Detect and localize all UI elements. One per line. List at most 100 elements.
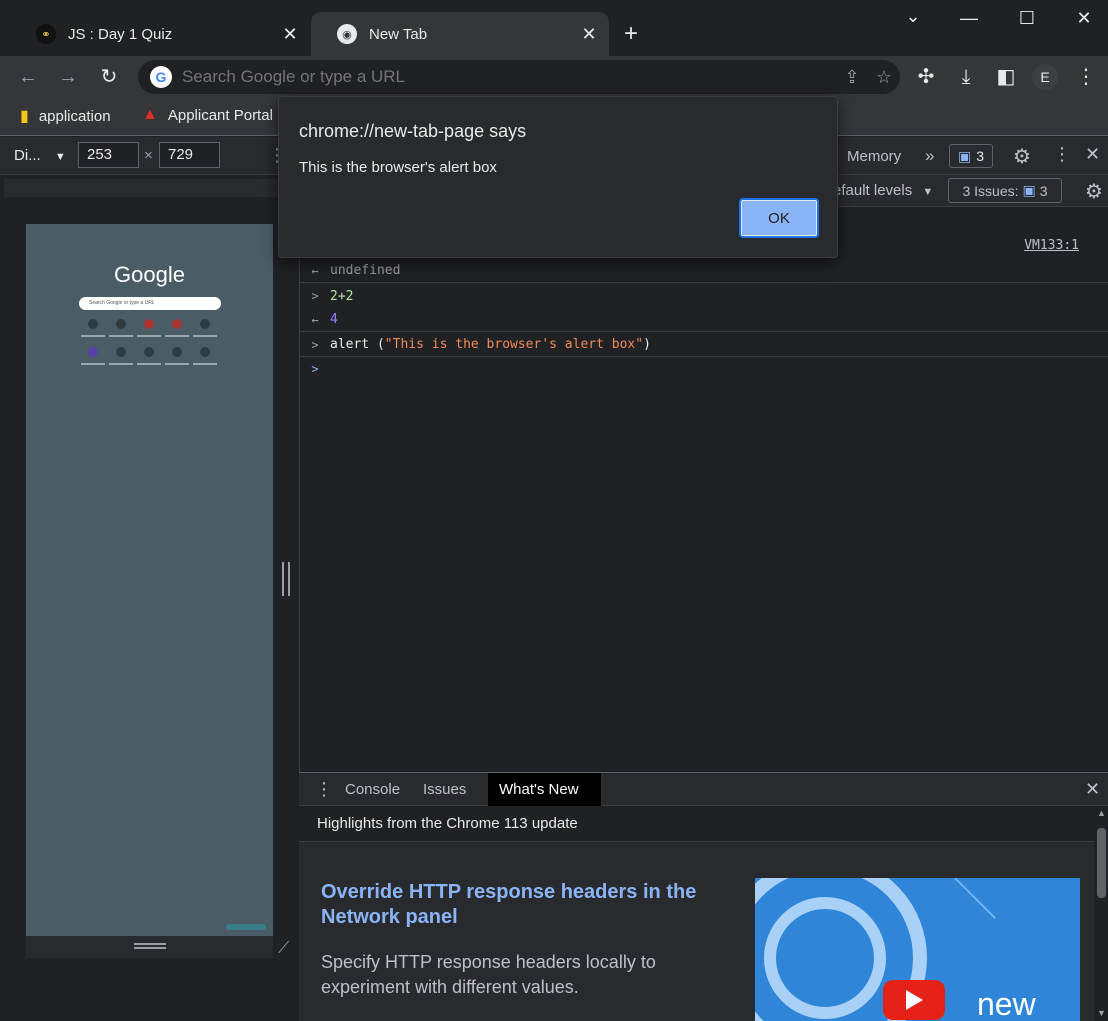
drawer-scrollbar[interactable]: ▲ ▼: [1094, 806, 1108, 1021]
input-chevron-icon: >: [311, 289, 319, 303]
shortcut-caption: [137, 363, 161, 365]
share-icon[interactable]: ⇪: [836, 67, 868, 88]
alert-ok-button[interactable]: OK: [739, 198, 819, 238]
quiz-favicon-icon: ⚭: [36, 24, 56, 44]
device-select-label: Di...: [14, 147, 41, 164]
tab-new-tab[interactable]: ◉ New Tab ✕: [311, 12, 609, 56]
bookmark-label: Applicant Portal: [167, 106, 273, 124]
shortcut-tile[interactable]: [88, 319, 98, 329]
bookmark-application[interactable]: ▮ application: [20, 106, 111, 126]
bottom-resize-handle[interactable]: [134, 943, 166, 949]
tab-js-quiz[interactable]: ⚭ JS : Day 1 Quiz ✕: [10, 12, 310, 56]
add-shortcut-tile[interactable]: [200, 347, 210, 357]
feature-video-thumbnail[interactable]: new: [755, 878, 1080, 1021]
mini-search-box[interactable]: Search Google or type a URL: [79, 297, 221, 310]
media-query-ruler: [4, 179, 294, 197]
shortcut-tile[interactable]: [88, 347, 98, 357]
maximize-icon[interactable]: ☐: [1012, 8, 1042, 29]
minimize-icon[interactable]: —: [954, 8, 984, 29]
drawer-tab-console[interactable]: Console: [345, 773, 400, 806]
console-text: 4: [330, 312, 338, 327]
issues-label: 3 Issues:: [962, 182, 1019, 199]
devtools-settings-icon[interactable]: ⚙: [1013, 144, 1031, 169]
message-icon: ▣: [957, 147, 972, 164]
more-panels-icon[interactable]: »: [925, 146, 934, 166]
shortcut-caption: [193, 335, 217, 337]
result-arrow-icon: ←: [311, 312, 319, 327]
download-icon[interactable]: ⤓: [953, 64, 979, 90]
message-count: 3: [976, 148, 985, 164]
device-height-field[interactable]: 729: [159, 142, 220, 168]
shortcut-tile[interactable]: [116, 347, 126, 357]
input-chevron-icon: >: [311, 337, 319, 352]
menu-kebab-icon[interactable]: ⋮: [1073, 64, 1099, 90]
console-input-line: > 2+2: [300, 284, 1108, 308]
drawer-close-icon[interactable]: ✕: [1085, 773, 1100, 806]
side-panel-icon[interactable]: ◧: [993, 64, 1019, 90]
drawer-menu-icon[interactable]: ⋮: [315, 773, 333, 806]
shortcut-caption: [109, 335, 133, 337]
omnibox-input[interactable]: [182, 67, 836, 87]
devtools-more-icon[interactable]: ⋮: [1053, 144, 1071, 165]
device-select[interactable]: Di... ▼: [14, 147, 66, 164]
drawer-tab-whats-new[interactable]: What's New ✕: [488, 773, 601, 831]
drawer-tab-issues[interactable]: Issues: [423, 773, 466, 806]
tab-label: JS : Day 1 Quiz: [68, 25, 173, 43]
console-string-text: "This is the browser's alert box": [384, 337, 644, 352]
console-result-line: ← undefined: [300, 259, 1108, 283]
shortcut-tile[interactable]: [144, 319, 154, 329]
corner-resize-icon[interactable]: ⟋: [278, 940, 289, 958]
bookmark-applicant-portal[interactable]: ▲ Applicant Portal: [142, 106, 273, 124]
feature-title[interactable]: Override HTTP response headers in the Ne…: [321, 880, 721, 930]
scrollbar-thumb[interactable]: [1097, 828, 1106, 898]
back-arrow-icon[interactable]: ←: [15, 64, 41, 90]
shortcut-tile[interactable]: [200, 319, 210, 329]
tab-label: New Tab: [369, 25, 428, 43]
forward-arrow-icon[interactable]: →: [55, 64, 81, 90]
extensions-puzzle-icon[interactable]: ✣: [913, 64, 939, 90]
drawer-tab-label: What's New: [499, 781, 579, 798]
omnibox[interactable]: G ⇪ ☆: [138, 60, 900, 94]
shortcut-tile[interactable]: [172, 319, 182, 329]
browser-toolbar: ← → ↻ G ⇪ ☆ ✣ ⤓ ◧ E ⋮: [0, 56, 1108, 98]
messages-badge[interactable]: ▣ 3: [949, 144, 993, 168]
issues-counter[interactable]: 3 Issues: ▣ 3: [948, 178, 1062, 203]
device-toolbar: Di... ▼ 253 × 729 ⋮: [0, 137, 298, 175]
scroll-up-icon[interactable]: ▲: [1097, 808, 1106, 818]
devtools-close-icon[interactable]: ✕: [1085, 144, 1100, 165]
shortcut-caption: [165, 363, 189, 365]
shortcut-tile[interactable]: [144, 347, 154, 357]
whats-new-header: Highlights from the Chrome 113 update: [299, 806, 1094, 842]
customize-chrome-button[interactable]: [226, 924, 266, 930]
device-width-field[interactable]: 253: [78, 142, 139, 168]
result-arrow-icon: ←: [311, 263, 319, 278]
log-levels-dropdown[interactable]: efault levels ▼: [833, 182, 933, 199]
shortcut-tile[interactable]: [172, 347, 182, 357]
close-tab-icon[interactable]: ✕: [276, 24, 304, 45]
new-tab-plus-icon[interactable]: +: [624, 20, 638, 48]
emulated-page[interactable]: Google Search Google or type a URL: [26, 224, 273, 936]
console-prompt[interactable]: >: [300, 357, 1108, 381]
shortcut-tile[interactable]: [116, 319, 126, 329]
shortcut-caption: [193, 363, 217, 365]
window-close-icon[interactable]: ✕: [1069, 8, 1099, 29]
console-text: undefined: [330, 263, 401, 278]
profile-avatar[interactable]: E: [1032, 64, 1058, 90]
google-logo: Google: [114, 262, 185, 287]
tab-search-chevron-icon[interactable]: ⌄: [898, 6, 928, 27]
dimension-times: ×: [144, 147, 153, 164]
tab-memory[interactable]: Memory: [847, 148, 901, 165]
side-resize-handle[interactable]: [282, 562, 290, 596]
source-link[interactable]: VM133:1: [1024, 238, 1079, 253]
issues-count: 3: [1039, 182, 1048, 199]
alert-message: This is the browser's alert box: [299, 159, 497, 176]
bookmark-star-icon[interactable]: ☆: [868, 67, 900, 88]
console-panel: VM133:1 ← undefined > 2+2 ← 4 > alert ( …: [299, 207, 1108, 772]
drawer-tabbar: ⋮ Console Issues What's New ✕ ✕: [299, 772, 1108, 831]
console-settings-icon[interactable]: ⚙: [1085, 179, 1103, 204]
console-fn-text: alert (: [330, 337, 385, 352]
scroll-down-icon[interactable]: ▼: [1097, 1008, 1106, 1018]
reload-icon[interactable]: ↻: [96, 64, 122, 90]
close-tab-icon[interactable]: ✕: [575, 24, 603, 45]
feature-description: Specify HTTP response headers locally to…: [321, 952, 656, 997]
